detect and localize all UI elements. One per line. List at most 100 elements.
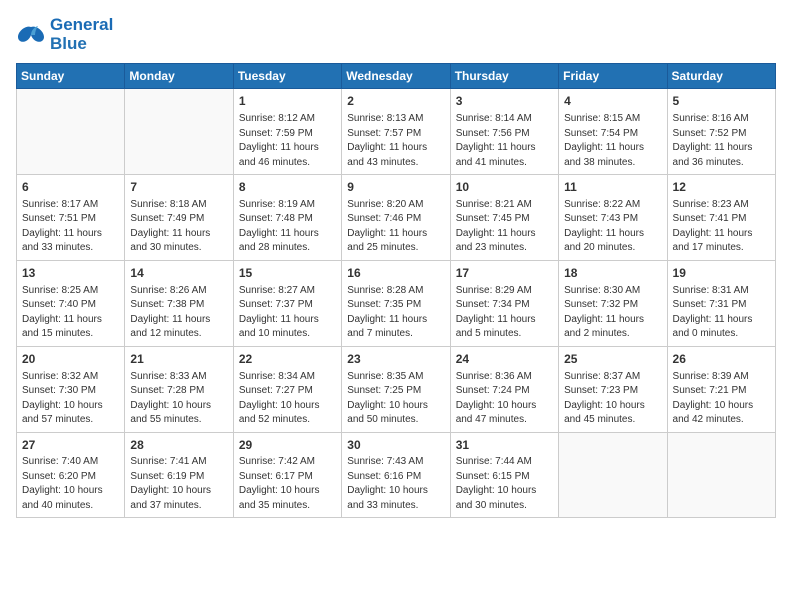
day-info: Sunrise: 8:30 AM Sunset: 7:32 PM Dayligh…	[564, 284, 661, 342]
calendar-cell: 16Sunrise: 8:28 AM Sunset: 7:35 PM Dayli…	[342, 260, 450, 346]
calendar-cell: 12 Sunrise: 8:23 AM Sunset: 7:41 PM Dayli…	[667, 175, 775, 261]
calendar-cell: 1Sunrise: 8:12 AM Sunset: 7:59 PM Daylig…	[233, 89, 341, 175]
calendar-cell: 26 Sunrise: 8:39 AM Sunset: 7:21 PM Dayli…	[667, 346, 775, 432]
day-number: 12	[673, 179, 770, 196]
day-number: 8	[239, 179, 336, 196]
day-number: 6	[22, 179, 119, 196]
weekday-header-wednesday: Wednesday	[342, 64, 450, 89]
calendar-cell: 18 Sunrise: 8:30 AM Sunset: 7:32 PM Dayli…	[559, 260, 667, 346]
calendar-cell: 15 Sunrise: 8:27 AM Sunset: 7:37 PM Dayli…	[233, 260, 341, 346]
page-header: General Blue	[16, 16, 776, 53]
logo: General Blue	[16, 16, 113, 53]
day-number: 31	[456, 437, 553, 454]
calendar-week-5: 27Sunrise: 7:40 AM Sunset: 6:20 PM Dayli…	[17, 432, 776, 518]
day-info: Sunrise: 7:43 AM Sunset: 6:16 PM Dayligh…	[347, 455, 444, 513]
day-number: 9	[347, 179, 444, 196]
calendar-cell: 17 Sunrise: 8:29 AM Sunset: 7:34 PM Dayli…	[450, 260, 558, 346]
day-number: 22	[239, 351, 336, 368]
calendar-week-2: 6 Sunrise: 8:17 AM Sunset: 7:51 PM Daylig…	[17, 175, 776, 261]
day-info: Sunrise: 8:29 AM Sunset: 7:34 PM Dayligh…	[456, 284, 553, 342]
day-info: Sunrise: 8:39 AM Sunset: 7:21 PM Dayligh…	[673, 370, 770, 428]
calendar-cell: 29Sunrise: 7:42 AM Sunset: 6:17 PM Dayli…	[233, 432, 341, 518]
day-info: Sunrise: 8:19 AM Sunset: 7:48 PM Dayligh…	[239, 198, 336, 256]
calendar-cell: 7 Sunrise: 8:18 AM Sunset: 7:49 PM Daylig…	[125, 175, 233, 261]
day-number: 15	[239, 265, 336, 282]
day-info: Sunrise: 8:37 AM Sunset: 7:23 PM Dayligh…	[564, 370, 661, 428]
calendar-cell: 14Sunrise: 8:26 AM Sunset: 7:38 PM Dayli…	[125, 260, 233, 346]
day-number: 17	[456, 265, 553, 282]
day-info: Sunrise: 8:31 AM Sunset: 7:31 PM Dayligh…	[673, 284, 770, 342]
calendar-cell: 30Sunrise: 7:43 AM Sunset: 6:16 PM Dayli…	[342, 432, 450, 518]
day-number: 24	[456, 351, 553, 368]
calendar-cell: 4 Sunrise: 8:15 AM Sunset: 7:54 PM Daylig…	[559, 89, 667, 175]
day-info: Sunrise: 8:26 AM Sunset: 7:38 PM Dayligh…	[130, 284, 227, 342]
weekday-header-friday: Friday	[559, 64, 667, 89]
day-number: 11	[564, 179, 661, 196]
calendar-cell: 25 Sunrise: 8:37 AM Sunset: 7:23 PM Dayli…	[559, 346, 667, 432]
day-info: Sunrise: 8:20 AM Sunset: 7:46 PM Dayligh…	[347, 198, 444, 256]
day-info: Sunrise: 8:35 AM Sunset: 7:25 PM Dayligh…	[347, 370, 444, 428]
calendar-cell: 11 Sunrise: 8:22 AM Sunset: 7:43 PM Dayli…	[559, 175, 667, 261]
calendar-cell: 10 Sunrise: 8:21 AM Sunset: 7:45 PM Dayli…	[450, 175, 558, 261]
calendar-cell	[125, 89, 233, 175]
calendar-week-3: 13 Sunrise: 8:25 AM Sunset: 7:40 PM Dayli…	[17, 260, 776, 346]
day-number: 18	[564, 265, 661, 282]
day-info: Sunrise: 7:41 AM Sunset: 6:19 PM Dayligh…	[130, 455, 227, 513]
day-number: 7	[130, 179, 227, 196]
day-number: 20	[22, 351, 119, 368]
day-number: 4	[564, 93, 661, 110]
logo-text: General Blue	[50, 16, 113, 53]
calendar-cell: 21Sunrise: 8:33 AM Sunset: 7:28 PM Dayli…	[125, 346, 233, 432]
day-number: 27	[22, 437, 119, 454]
day-info: Sunrise: 8:18 AM Sunset: 7:49 PM Dayligh…	[130, 198, 227, 256]
calendar-cell	[667, 432, 775, 518]
day-info: Sunrise: 8:32 AM Sunset: 7:30 PM Dayligh…	[22, 370, 119, 428]
calendar-cell: 23 Sunrise: 8:35 AM Sunset: 7:25 PM Dayli…	[342, 346, 450, 432]
weekday-header-saturday: Saturday	[667, 64, 775, 89]
calendar-cell	[559, 432, 667, 518]
calendar-cell: 6 Sunrise: 8:17 AM Sunset: 7:51 PM Daylig…	[17, 175, 125, 261]
day-info: Sunrise: 8:13 AM Sunset: 7:57 PM Dayligh…	[347, 112, 444, 170]
day-info: Sunrise: 8:14 AM Sunset: 7:56 PM Dayligh…	[456, 112, 553, 170]
weekday-header-thursday: Thursday	[450, 64, 558, 89]
calendar-cell: 8 Sunrise: 8:19 AM Sunset: 7:48 PM Daylig…	[233, 175, 341, 261]
weekday-header-monday: Monday	[125, 64, 233, 89]
day-info: Sunrise: 8:23 AM Sunset: 7:41 PM Dayligh…	[673, 198, 770, 256]
calendar-cell: 31Sunrise: 7:44 AM Sunset: 6:15 PM Dayli…	[450, 432, 558, 518]
day-number: 30	[347, 437, 444, 454]
day-info: Sunrise: 8:25 AM Sunset: 7:40 PM Dayligh…	[22, 284, 119, 342]
day-info: Sunrise: 8:21 AM Sunset: 7:45 PM Dayligh…	[456, 198, 553, 256]
calendar-cell	[17, 89, 125, 175]
day-number: 19	[673, 265, 770, 282]
day-number: 13	[22, 265, 119, 282]
day-info: Sunrise: 8:22 AM Sunset: 7:43 PM Dayligh…	[564, 198, 661, 256]
day-number: 29	[239, 437, 336, 454]
day-number: 21	[130, 351, 227, 368]
day-number: 23	[347, 351, 444, 368]
logo-icon	[16, 23, 46, 47]
calendar-cell: 28Sunrise: 7:41 AM Sunset: 6:19 PM Dayli…	[125, 432, 233, 518]
day-info: Sunrise: 8:12 AM Sunset: 7:59 PM Dayligh…	[239, 112, 336, 170]
day-info: Sunrise: 8:34 AM Sunset: 7:27 PM Dayligh…	[239, 370, 336, 428]
calendar-cell: 5Sunrise: 8:16 AM Sunset: 7:52 PM Daylig…	[667, 89, 775, 175]
day-number: 26	[673, 351, 770, 368]
day-info: Sunrise: 8:27 AM Sunset: 7:37 PM Dayligh…	[239, 284, 336, 342]
day-info: Sunrise: 8:15 AM Sunset: 7:54 PM Dayligh…	[564, 112, 661, 170]
day-number: 3	[456, 93, 553, 110]
calendar-cell: 22 Sunrise: 8:34 AM Sunset: 7:27 PM Dayli…	[233, 346, 341, 432]
calendar-cell: 19 Sunrise: 8:31 AM Sunset: 7:31 PM Dayli…	[667, 260, 775, 346]
weekday-header-tuesday: Tuesday	[233, 64, 341, 89]
calendar-week-4: 20 Sunrise: 8:32 AM Sunset: 7:30 PM Dayli…	[17, 346, 776, 432]
day-number: 28	[130, 437, 227, 454]
day-number: 10	[456, 179, 553, 196]
day-info: Sunrise: 7:42 AM Sunset: 6:17 PM Dayligh…	[239, 455, 336, 513]
weekday-header-sunday: Sunday	[17, 64, 125, 89]
day-info: Sunrise: 8:17 AM Sunset: 7:51 PM Dayligh…	[22, 198, 119, 256]
calendar-table: SundayMondayTuesdayWednesdayThursdayFrid…	[16, 63, 776, 518]
calendar-cell: 27Sunrise: 7:40 AM Sunset: 6:20 PM Dayli…	[17, 432, 125, 518]
day-number: 5	[673, 93, 770, 110]
day-number: 25	[564, 351, 661, 368]
day-number: 2	[347, 93, 444, 110]
weekday-header-row: SundayMondayTuesdayWednesdayThursdayFrid…	[17, 64, 776, 89]
day-info: Sunrise: 7:44 AM Sunset: 6:15 PM Dayligh…	[456, 455, 553, 513]
